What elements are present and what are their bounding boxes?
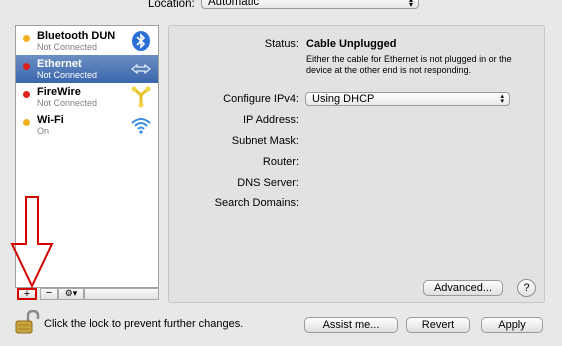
add-service-button[interactable]: + (17, 288, 37, 300)
firewire-icon (131, 86, 151, 108)
service-status: Not Connected (37, 70, 98, 80)
gear-menu-button[interactable]: ⚙▾ (58, 288, 84, 300)
service-item-firewire[interactable]: FireWire Not Connected (16, 83, 158, 111)
service-name: FireWire (37, 86, 81, 98)
assist-me-button[interactable]: Assist me... (304, 317, 398, 333)
help-button[interactable]: ? (517, 279, 536, 297)
service-item-bluetooth-dun[interactable]: Bluetooth DUN Not Connected (16, 27, 158, 55)
advanced-button[interactable]: Advanced... (423, 280, 503, 296)
configure-ipv4-select[interactable]: Using DHCP ▴ ▾ (305, 92, 510, 106)
location-select[interactable]: Automatic ▴▾ (201, 0, 419, 9)
lock-icon[interactable] (14, 310, 40, 334)
sidebar-controls-bar (84, 288, 159, 300)
apply-button[interactable]: Apply (481, 317, 543, 333)
status-dot-icon (23, 91, 30, 98)
configure-ipv4-value: Using DHCP (312, 93, 375, 105)
service-item-ethernet[interactable]: Ethernet Not Connected (16, 55, 158, 83)
dns-server-label: DNS Server: (237, 177, 299, 189)
service-status: Not Connected (37, 42, 98, 52)
revert-button[interactable]: Revert (406, 317, 470, 333)
wifi-icon (131, 118, 151, 134)
service-name: Wi-Fi (37, 114, 64, 126)
location-value: Automatic (208, 0, 260, 8)
search-domains-label: Search Domains: (214, 197, 299, 209)
status-dot-icon (23, 119, 30, 126)
service-name: Bluetooth DUN (37, 30, 116, 42)
bluetooth-icon (132, 31, 150, 51)
remove-service-button[interactable]: − (40, 288, 58, 300)
status-label: Status: (264, 38, 299, 50)
status-value: Cable Unplugged (306, 38, 397, 50)
select-arrows-icon: ▴▾ (408, 0, 413, 9)
configure-ipv4-label: Configure IPv4: (223, 93, 299, 105)
service-status: On (37, 126, 50, 136)
subnet-mask-label: Subnet Mask: (231, 135, 299, 147)
status-description: Either the cable for Ethernet is not plu… (306, 54, 512, 75)
status-dot-icon (23, 35, 30, 42)
status-dot-icon (23, 63, 30, 70)
service-item-wifi[interactable]: Wi-Fi On (16, 111, 158, 139)
lock-instruction-text: Click the lock to prevent further change… (44, 318, 244, 330)
service-status: Not Connected (37, 98, 98, 108)
red-annotation-arrow-icon (10, 196, 54, 288)
ethernet-arrows-icon (131, 63, 151, 75)
router-label: Router: (262, 156, 299, 168)
location-label: Location: (148, 0, 195, 10)
select-arrows-icon: ▴▾ (500, 93, 504, 105)
ip-address-label: IP Address: (242, 114, 299, 126)
service-name: Ethernet (37, 58, 82, 70)
